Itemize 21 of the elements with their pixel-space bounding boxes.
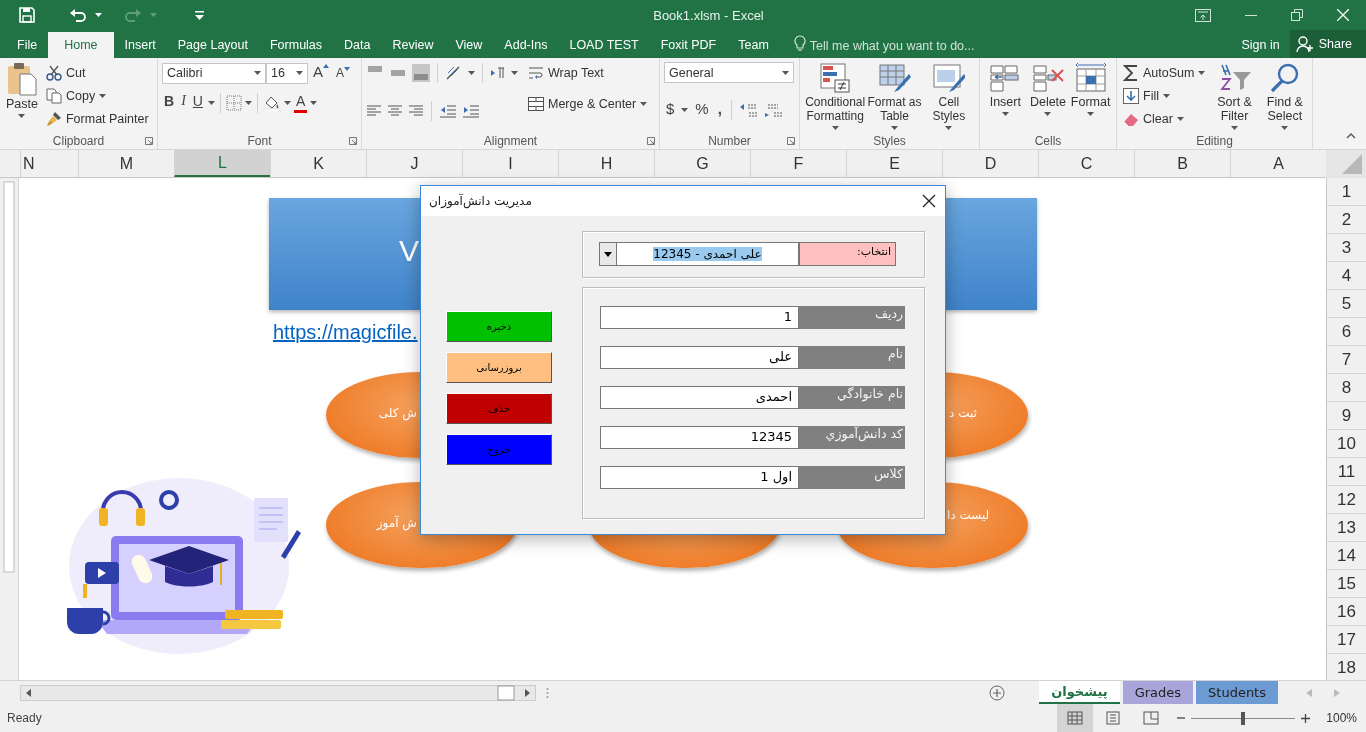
group-label: Clipboard xyxy=(52,133,105,148)
banner-title: V xyxy=(399,234,419,268)
shape-label: ثبت د xyxy=(949,406,977,420)
group-label: Alignment xyxy=(483,133,538,148)
shape-label: ش کلی xyxy=(378,406,417,420)
group-label: Number xyxy=(708,133,751,148)
status-text: Ready xyxy=(7,711,42,725)
field-label: ردیف xyxy=(799,306,905,329)
field-label: کد دانش‌آموزي xyxy=(799,426,905,449)
field-label: کلاس xyxy=(799,466,905,489)
group-label: Cells xyxy=(1034,133,1062,148)
shape-label: لیست دا xyxy=(947,508,990,522)
group-label: Styles xyxy=(873,133,906,148)
group-label: Editing xyxy=(1196,133,1233,148)
group-label: Font xyxy=(247,133,272,148)
shape-label: ش آموز xyxy=(376,516,417,530)
window-title: Book1.xlsm - Excel xyxy=(652,7,765,23)
field-label: نام خانوادگي xyxy=(799,386,905,409)
field-label: نام xyxy=(799,346,905,369)
selector-label: انتخاب: xyxy=(799,242,896,266)
dialog-title: مدیریت دانش‌آموزان xyxy=(429,194,532,208)
